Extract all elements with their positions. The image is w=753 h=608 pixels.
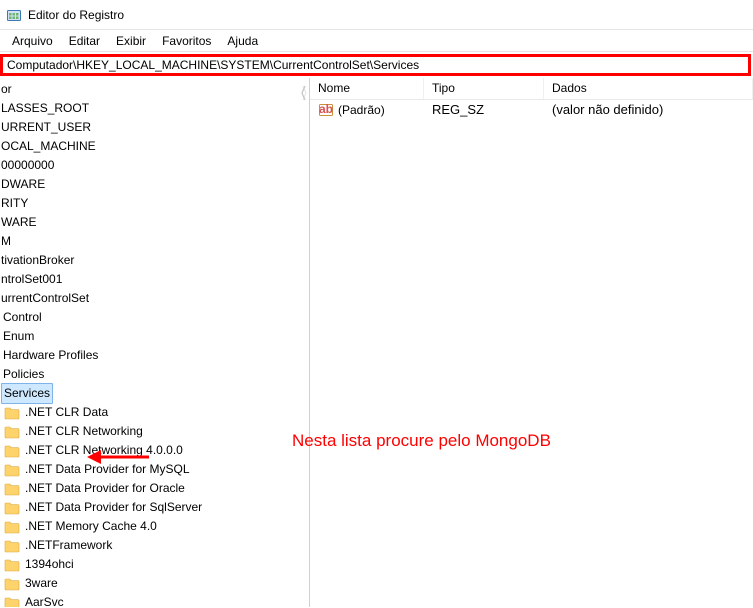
tree-node[interactable]: Policies [0, 365, 309, 384]
content-area: orLASSES_ROOTURRENT_USEROCAL_MACHINE0000… [0, 78, 753, 607]
tree-node-label: tivationBroker [0, 251, 75, 270]
tree-node-label: .NETFramework [24, 536, 113, 555]
tree-node[interactable]: tivationBroker [0, 251, 309, 270]
tree-node-label: .NET Data Provider for SqlServer [24, 498, 203, 517]
tree-node-label: URRENT_USER [0, 118, 92, 137]
cell-type: REG_SZ [424, 102, 544, 117]
column-type[interactable]: Tipo [424, 78, 544, 99]
tree-node-label: 3ware [24, 574, 59, 593]
tree-node[interactable]: RITY [0, 194, 309, 213]
tree-node[interactable]: Hardware Profiles [0, 346, 309, 365]
tree-node-label: RITY [0, 194, 29, 213]
tree-node-label: Control [2, 308, 43, 327]
tree-node-label: ntrolSet001 [0, 270, 63, 289]
column-name[interactable]: Nome [310, 78, 424, 99]
tree-node-label: .NET CLR Networking [24, 422, 144, 441]
folder-icon [4, 558, 20, 572]
tree-node[interactable]: 00000000 [0, 156, 309, 175]
tree-node[interactable]: Services [0, 384, 309, 403]
menu-file[interactable]: Arquivo [4, 32, 61, 50]
tree-node-label: 1394ohci [24, 555, 75, 574]
tree-node-label: .NET Data Provider for MySQL [24, 460, 191, 479]
address-bar-container: Computador\HKEY_LOCAL_MACHINE\SYSTEM\Cur… [0, 52, 753, 78]
address-path: Computador\HKEY_LOCAL_MACHINE\SYSTEM\Cur… [7, 58, 419, 72]
registry-tree: orLASSES_ROOTURRENT_USEROCAL_MACHINE0000… [0, 78, 309, 607]
folder-icon [4, 520, 20, 534]
cell-name: ab (Padrão) [310, 102, 424, 118]
regedit-app-icon [6, 7, 22, 23]
svg-text:ab: ab [319, 102, 333, 116]
folder-icon [4, 501, 20, 515]
tree-node[interactable]: urrentControlSet [0, 289, 309, 308]
tree-node-label: .NET CLR Data [24, 403, 109, 422]
list-row[interactable]: ab (Padrão) REG_SZ(valor não definido) [310, 100, 753, 119]
value-name: (Padrão) [338, 103, 385, 117]
tree-node[interactable]: M [0, 232, 309, 251]
tree-node[interactable]: .NET CLR Data [0, 403, 309, 422]
splitter-handle[interactable] [298, 78, 310, 108]
tree-node[interactable]: .NET Data Provider for MySQL [0, 460, 309, 479]
tree-node[interactable]: ntrolSet001 [0, 270, 309, 289]
tree-node[interactable]: DWARE [0, 175, 309, 194]
menu-bar: Arquivo Editar Exibir Favoritos Ajuda [0, 30, 753, 52]
tree-node[interactable]: .NET Data Provider for SqlServer [0, 498, 309, 517]
menu-favorites[interactable]: Favoritos [154, 32, 219, 50]
value-list-panel: Nome Tipo Dados ab (Padrão) REG_SZ(valor n… [310, 78, 753, 607]
tree-node[interactable]: Enum [0, 327, 309, 346]
tree-node-label: OCAL_MACHINE [0, 137, 97, 156]
folder-icon [4, 577, 20, 591]
tree-node[interactable]: .NET Memory Cache 4.0 [0, 517, 309, 536]
menu-view[interactable]: Exibir [108, 32, 154, 50]
tree-node-label: or [0, 80, 13, 99]
folder-icon [4, 539, 20, 553]
tree-node-label: Enum [2, 327, 35, 346]
tree-node[interactable]: OCAL_MACHINE [0, 137, 309, 156]
folder-icon [4, 463, 20, 477]
tree-node-label: M [0, 232, 12, 251]
tree-node[interactable]: 1394ohci [0, 555, 309, 574]
tree-node-label: .NET Memory Cache 4.0 [24, 517, 158, 536]
list-header: Nome Tipo Dados [310, 78, 753, 100]
folder-icon [4, 444, 20, 458]
tree-node-label: Policies [2, 365, 45, 384]
menu-edit[interactable]: Editar [61, 32, 108, 50]
tree-node-label: AarSvc [24, 593, 65, 607]
tree-node[interactable]: 3ware [0, 574, 309, 593]
tree-node-label: .NET CLR Networking 4.0.0.0 [24, 441, 184, 460]
tree-node-label: Hardware Profiles [2, 346, 99, 365]
tree-node-label: Services [1, 383, 53, 404]
string-value-icon: ab [318, 102, 334, 118]
folder-icon [4, 425, 20, 439]
tree-node[interactable]: AarSvc [0, 593, 309, 607]
tree-node[interactable]: .NET CLR Networking 4.0.0.0 [0, 441, 309, 460]
title-bar: Editor do Registro [0, 0, 753, 30]
tree-node-label: .NET Data Provider for Oracle [24, 479, 186, 498]
tree-node-label: 00000000 [0, 156, 55, 175]
tree-node-label: LASSES_ROOT [0, 99, 90, 118]
tree-node[interactable]: .NET Data Provider for Oracle [0, 479, 309, 498]
tree-node[interactable]: URRENT_USER [0, 118, 309, 137]
folder-icon [4, 596, 20, 608]
window-title: Editor do Registro [28, 8, 124, 22]
folder-icon [4, 482, 20, 496]
address-bar[interactable]: Computador\HKEY_LOCAL_MACHINE\SYSTEM\Cur… [0, 54, 751, 76]
tree-node[interactable]: or [0, 80, 309, 99]
tree-panel[interactable]: orLASSES_ROOTURRENT_USEROCAL_MACHINE0000… [0, 78, 310, 607]
tree-node[interactable]: .NET CLR Networking [0, 422, 309, 441]
menu-help[interactable]: Ajuda [219, 32, 266, 50]
column-data[interactable]: Dados [544, 78, 753, 99]
tree-node-label: DWARE [0, 175, 46, 194]
tree-node[interactable]: WARE [0, 213, 309, 232]
tree-node[interactable]: LASSES_ROOT [0, 99, 309, 118]
folder-icon [4, 406, 20, 420]
tree-node[interactable]: .NETFramework [0, 536, 309, 555]
list-body: ab (Padrão) REG_SZ(valor não definido) [310, 100, 753, 119]
cell-data: (valor não definido) [544, 102, 753, 117]
tree-node[interactable]: Control [0, 308, 309, 327]
tree-node-label: urrentControlSet [0, 289, 90, 308]
tree-node-label: WARE [0, 213, 38, 232]
